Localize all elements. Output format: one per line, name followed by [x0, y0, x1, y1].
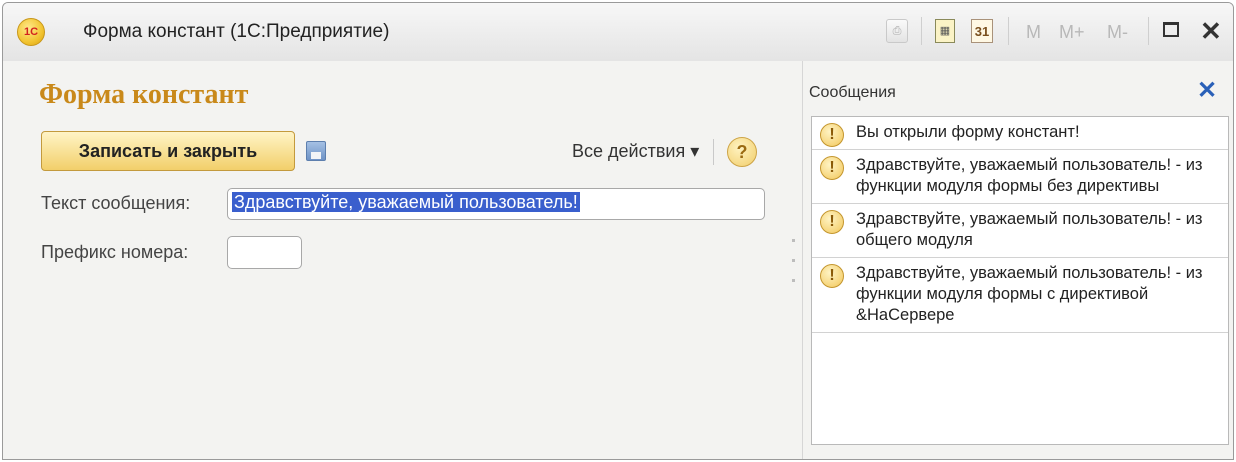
number-prefix-label: Префикс номера: [41, 242, 189, 262]
app-window: 1С Форма констант (1С:Предприятие) ⎙ ▦ 3… [2, 2, 1234, 460]
save-icon[interactable] [306, 141, 326, 161]
toolbar-divider [713, 139, 714, 165]
form-title: Форма констант [39, 79, 249, 110]
message-text: Здравствуйте, уважаемый пользователь! - … [856, 156, 1203, 195]
message-text: Здравствуйте, уважаемый пользователь! - … [856, 210, 1203, 249]
message-item[interactable]: ! Здравствуйте, уважаемый пользователь! … [812, 204, 1228, 258]
splitter-grip [792, 239, 795, 242]
calendar-icon[interactable]: 31 [971, 19, 993, 43]
close-window-icon[interactable]: ✕ [1200, 16, 1222, 46]
app-logo-icon[interactable]: 1С [17, 18, 45, 46]
warning-icon: ! [820, 264, 844, 288]
warning-icon: ! [820, 123, 844, 147]
message-text: Вы открыли форму констант! [856, 123, 1080, 141]
calculator-icon[interactable]: ▦ [935, 19, 955, 43]
message-text-label: Текст сообщения: [41, 193, 191, 213]
warning-icon: ! [820, 210, 844, 234]
message-item[interactable]: ! Здравствуйте, уважаемый пользователь! … [812, 258, 1228, 333]
all-actions-menu[interactable]: Все действия ▾ [572, 141, 699, 162]
window-title: Форма констант (1С:Предприятие) [83, 21, 390, 42]
splitter-grip [792, 259, 795, 262]
memory-button-m-minus[interactable]: M- [1107, 20, 1128, 44]
message-text-value: Здравствуйте, уважаемый пользователь! [232, 192, 580, 212]
save-and-close-button[interactable]: Записать и закрыть [41, 131, 295, 171]
print-icon[interactable]: ⎙ [886, 19, 908, 43]
form-area: Форма констант Записать и закрыть Все де… [3, 61, 786, 459]
message-text-input[interactable]: Здравствуйте, уважаемый пользователь! [227, 188, 765, 220]
close-messages-icon[interactable]: ✕ [1197, 76, 1217, 105]
message-text: Здравствуйте, уважаемый пользователь! - … [856, 264, 1203, 324]
messages-panel: Сообщения ✕ ! Вы открыли форму констант!… [802, 61, 1233, 459]
number-prefix-input[interactable] [227, 236, 302, 269]
help-icon[interactable]: ? [727, 137, 757, 167]
title-bar: 1С Форма констант (1С:Предприятие) ⎙ ▦ 3… [3, 3, 1233, 62]
toolbar-divider [1008, 17, 1009, 45]
maximize-icon[interactable] [1163, 22, 1179, 37]
memory-button-m[interactable]: M [1026, 20, 1041, 44]
toolbar-divider [1148, 17, 1149, 45]
toolbar-divider [921, 17, 922, 45]
message-item[interactable]: ! Здравствуйте, уважаемый пользователь! … [812, 150, 1228, 204]
messages-header: Сообщения [809, 84, 896, 101]
warning-icon: ! [820, 156, 844, 180]
messages-list[interactable]: ! Вы открыли форму констант! ! Здравству… [811, 116, 1229, 445]
splitter-grip [792, 279, 795, 282]
message-item[interactable]: ! Вы открыли форму констант! [812, 117, 1228, 150]
memory-button-m-plus[interactable]: M+ [1059, 20, 1085, 44]
panel-splitter[interactable] [786, 61, 802, 459]
